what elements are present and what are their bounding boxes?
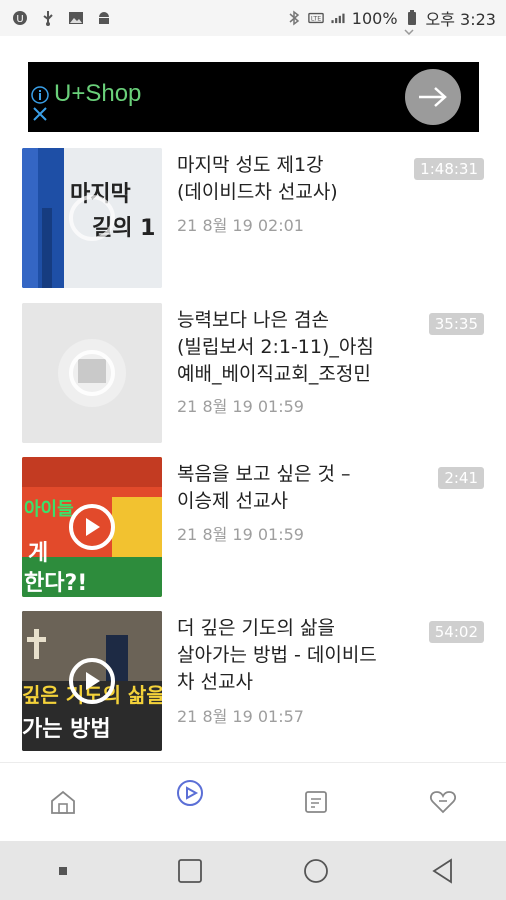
system-navigation-bar: [0, 841, 506, 900]
ad-choices[interactable]: [30, 86, 50, 122]
status-bar: U LTE 100% 오후 3:23: [0, 0, 506, 36]
video-list-item[interactable]: 깊은 기도의 삶을 가는 방법 더 깊은 기도의 삶을 살아가는 방법 - 데이…: [0, 611, 506, 753]
svg-text:LTE: LTE: [311, 16, 321, 23]
video-date: 21 8월 19 01:57: [177, 707, 304, 726]
chevron-down-icon: [404, 29, 414, 35]
video-thumbnail[interactable]: 깊은 기도의 삶을 가는 방법: [22, 611, 162, 751]
clock: 오후 3:23: [425, 10, 496, 29]
square-icon: [177, 858, 202, 883]
usb-icon: [40, 10, 56, 26]
video-duration: 2:41: [438, 467, 484, 489]
recent-apps-button[interactable]: [165, 846, 215, 896]
app-screen: U LTE 100% 오후 3:23 U+Shop 마지막 길의 1 마지막 성…: [0, 0, 506, 900]
video-title[interactable]: 능력보다 나은 겸손 (빌립보서 2:1-11)_아침 예배_베이직교회_조정민: [177, 307, 417, 388]
video-list-item[interactable]: 아이들 게 한다?! 복음을 보고 싶은 것 – 이승제 선교사 21 8월 1…: [0, 457, 506, 599]
ad-banner[interactable]: U+Shop: [28, 62, 479, 132]
video-date: 21 8월 19 02:01: [177, 216, 304, 235]
svg-text:U: U: [16, 14, 23, 25]
bottom-navigation: [0, 762, 506, 841]
android-debug-icon: [96, 10, 112, 26]
video-date: 21 8월 19 01:59: [177, 525, 304, 544]
back-triangle-icon: [432, 857, 452, 884]
video-thumbnail[interactable]: 아이들 게 한다?!: [22, 457, 162, 597]
play-icon[interactable]: [69, 195, 115, 241]
video-title[interactable]: 마지막 성도 제1강 (데이비드차 선교사): [177, 152, 417, 206]
nav-home[interactable]: [33, 772, 93, 832]
video-date: 21 8월 19 01:59: [177, 397, 304, 416]
app-notification-icon: U: [12, 10, 28, 26]
heart-icon: [429, 791, 456, 814]
video-list-item[interactable]: 능력보다 나은 겸손 (빌립보서 2:1-11)_아침 예배_베이직교회_조정민…: [0, 303, 506, 445]
thumb-text: 가는 방법: [22, 717, 111, 742]
dot-icon: [59, 866, 68, 875]
thumb-text: 한다?!: [24, 571, 88, 596]
thumb-text: 아이들: [24, 499, 74, 520]
nav-board[interactable]: [286, 772, 346, 832]
nfc-icon: LTE: [308, 10, 324, 26]
circle-icon: [304, 858, 329, 883]
video-duration: 1:48:31: [414, 158, 484, 180]
video-list-item[interactable]: 마지막 길의 1 마지막 성도 제1강 (데이비드차 선교사) 21 8월 19…: [0, 148, 506, 290]
document-icon: [305, 791, 328, 813]
video-title[interactable]: 더 깊은 기도의 삶을 살아가는 방법 - 데이비드 차 선교사: [177, 615, 417, 696]
video-duration: 35:35: [428, 313, 484, 335]
ad-cta-button[interactable]: [405, 69, 461, 125]
ad-text[interactable]: U+Shop: [54, 80, 141, 108]
video-thumbnail[interactable]: [22, 303, 162, 443]
play-icon[interactable]: [69, 658, 115, 704]
close-icon[interactable]: [32, 106, 48, 122]
home-icon: [51, 790, 76, 814]
battery-percent: 100%: [351, 8, 398, 28]
video-thumbnail[interactable]: 마지막 길의 1: [22, 148, 162, 288]
info-icon[interactable]: [31, 86, 49, 104]
home-button[interactable]: [291, 846, 341, 896]
arrow-right-icon: [419, 87, 447, 107]
play-icon[interactable]: [69, 504, 115, 550]
thumb-text: 게: [28, 541, 49, 566]
signal-icon: [330, 10, 346, 26]
image-icon: [68, 10, 84, 26]
bluetooth-icon: [286, 10, 302, 26]
nav-videos[interactable]: [160, 763, 220, 823]
play-icon[interactable]: [69, 350, 115, 396]
back-button[interactable]: [418, 846, 468, 896]
nav-favorites[interactable]: [413, 772, 473, 832]
video-title[interactable]: 복음을 보고 싶은 것 – 이승제 선교사: [177, 461, 417, 515]
recent-dot-button[interactable]: [38, 846, 88, 896]
play-circle-icon: [176, 780, 203, 806]
video-duration: 54:02: [428, 621, 484, 643]
battery-icon: [404, 10, 420, 26]
